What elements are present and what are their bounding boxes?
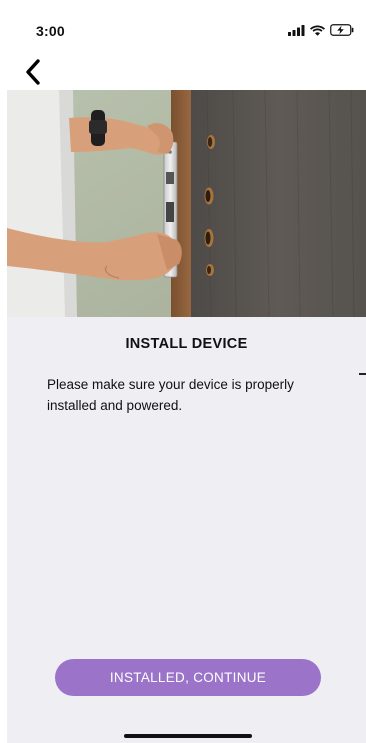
instruction-text: Please make sure your device is properly… [47,377,294,413]
home-indicator [124,734,252,738]
status-bar: 3:00 [7,8,366,54]
status-icons [288,24,354,36]
signal-icon [288,24,305,36]
chevron-left-icon [26,59,40,85]
status-time: 3:00 [36,23,65,39]
back-button[interactable] [25,56,61,88]
wifi-icon [310,25,325,36]
nav-bar [7,54,366,90]
edge-mark [359,373,366,375]
battery-charging-icon [330,24,354,36]
app-screen: 3:00 INSTALL DEVICE Please make sure you… [7,8,366,743]
installed-continue-button[interactable]: INSTALLED, CONTINUE [55,659,321,696]
page-title: INSTALL DEVICE [125,336,248,352]
hero-image [7,90,366,317]
